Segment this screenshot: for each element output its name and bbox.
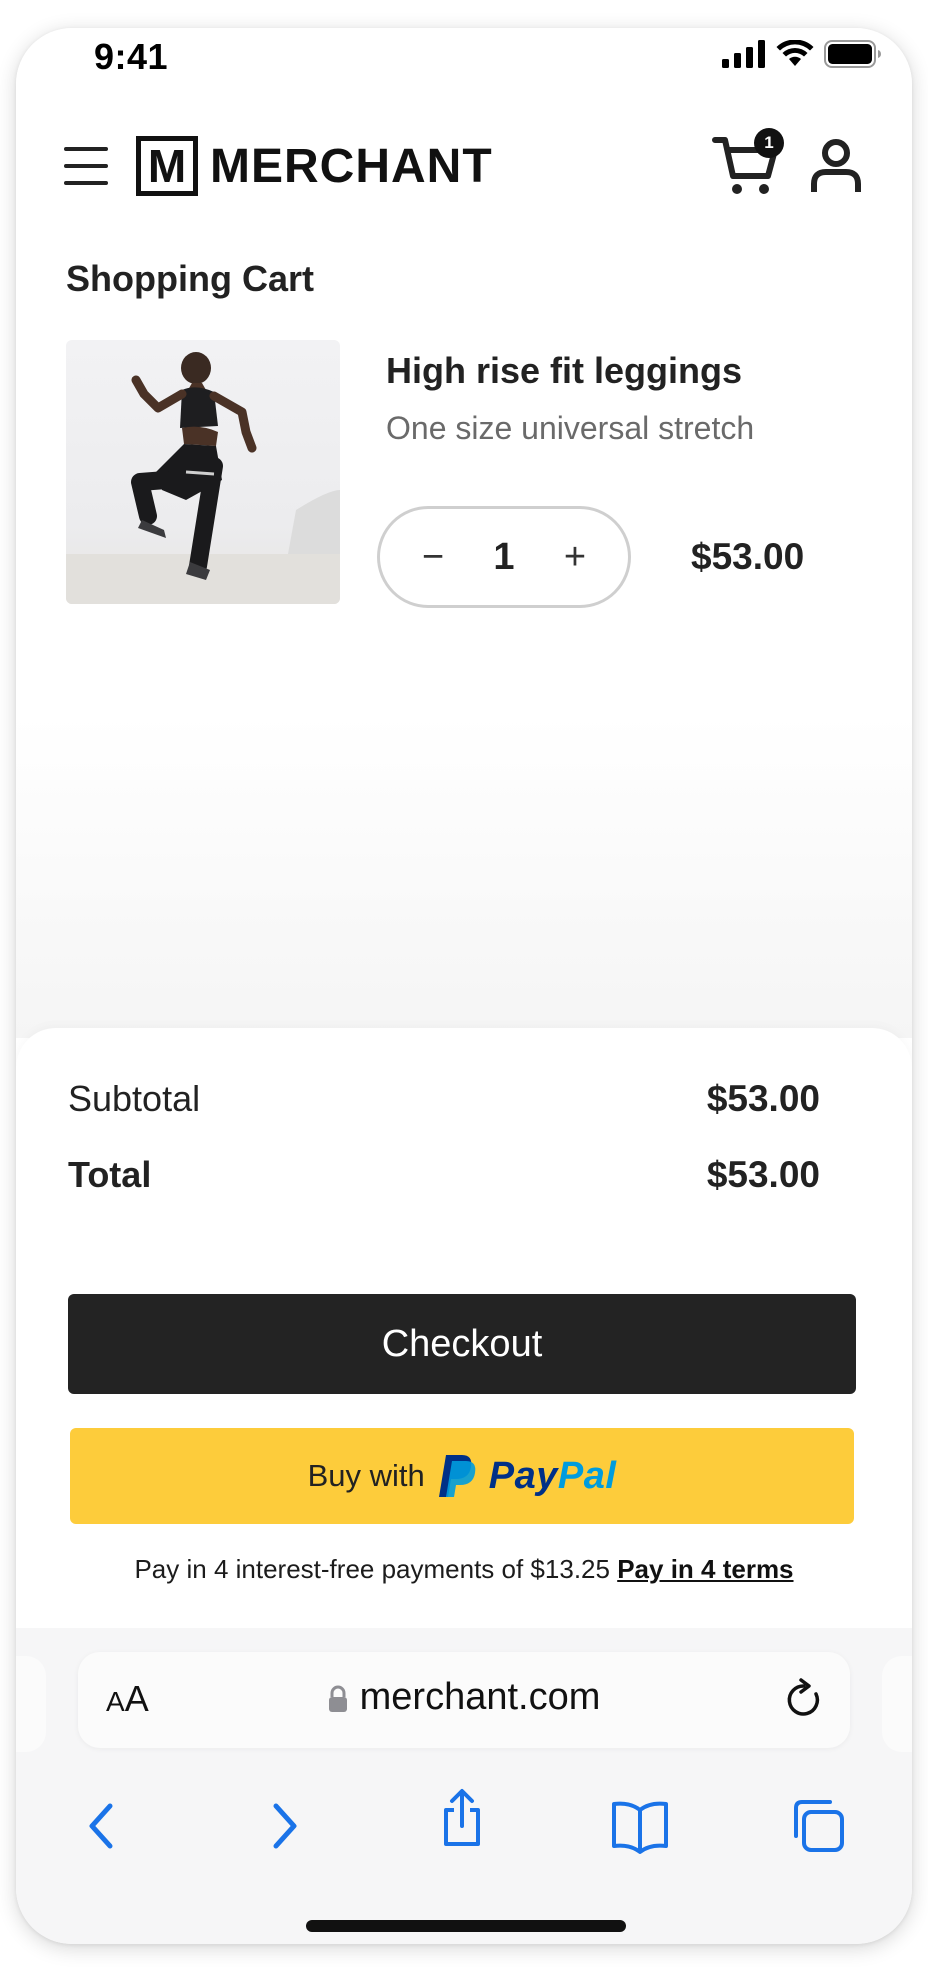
hamburger-menu-icon[interactable] — [64, 144, 108, 188]
product-name[interactable]: High rise fit leggings — [386, 350, 742, 392]
url-display[interactable]: merchant.com — [78, 1676, 850, 1719]
previous-tab-peek[interactable] — [16, 1656, 46, 1752]
total-label: Total — [68, 1154, 152, 1195]
paypal-button-prefix: Buy with — [307, 1458, 425, 1493]
paypal-logo-icon — [438, 1455, 476, 1497]
book-icon[interactable] — [610, 1796, 670, 1856]
subtotal-value: $53.00 — [706, 1078, 820, 1119]
pay-later-message: Pay in 4 interest-free payments of $13.2… — [16, 1554, 912, 1585]
subtotal-label: Subtotal — [68, 1078, 201, 1119]
paypal-word-pay: Pay — [488, 1454, 558, 1497]
signal-icon — [722, 40, 765, 68]
user-icon[interactable] — [808, 138, 864, 194]
chevron-right-icon[interactable] — [252, 1796, 312, 1856]
cart-title: Shopping Cart — [66, 258, 314, 299]
checkout-button[interactable]: Checkout — [68, 1294, 856, 1394]
quantity-stepper: − 1 + — [377, 506, 631, 608]
logo-mark: M — [136, 136, 198, 196]
increase-quantity-button[interactable]: + — [560, 538, 590, 576]
total-value: $53.00 — [706, 1154, 820, 1195]
status-icons — [722, 40, 882, 68]
chevron-left-icon[interactable] — [74, 1796, 134, 1856]
quantity-value: 1 — [493, 535, 515, 578]
url-text: merchant.com — [359, 1676, 601, 1718]
paypal-button[interactable]: Buy with PayPal — [70, 1428, 854, 1524]
product-image[interactable] — [66, 340, 340, 604]
phone-frame: 9:41 M MERCHANT 1 Shopping Cart High ris… — [16, 28, 912, 1944]
cart-count-badge: 1 — [754, 128, 784, 158]
logo-wordmark: MERCHANT — [210, 139, 493, 193]
decrease-quantity-button[interactable]: − — [418, 538, 448, 576]
reload-icon[interactable] — [782, 1678, 826, 1722]
home-indicator[interactable] — [306, 1920, 626, 1932]
item-price: $53.00 — [691, 536, 805, 577]
merchant-logo[interactable]: M MERCHANT — [136, 136, 493, 196]
tabs-icon[interactable] — [788, 1796, 848, 1856]
browser-toolbar: AA merchant.com — [16, 1628, 912, 1944]
wifi-icon — [776, 40, 814, 66]
next-tab-peek[interactable] — [882, 1656, 912, 1752]
address-bar[interactable]: AA merchant.com — [78, 1652, 850, 1748]
pay-later-text: Pay in 4 interest-free payments of $13.2… — [134, 1554, 610, 1584]
lock-icon — [328, 1685, 347, 1712]
battery-icon — [824, 40, 881, 68]
paypal-wordmark: PayPal — [489, 1455, 617, 1498]
pay-later-terms-link[interactable]: Pay in 4 terms — [617, 1554, 793, 1584]
product-variant: One size universal stretch — [386, 410, 755, 446]
status-time: 9:41 — [94, 36, 169, 77]
share-icon[interactable] — [432, 1788, 492, 1848]
paypal-word-pal: Pal — [557, 1454, 617, 1497]
